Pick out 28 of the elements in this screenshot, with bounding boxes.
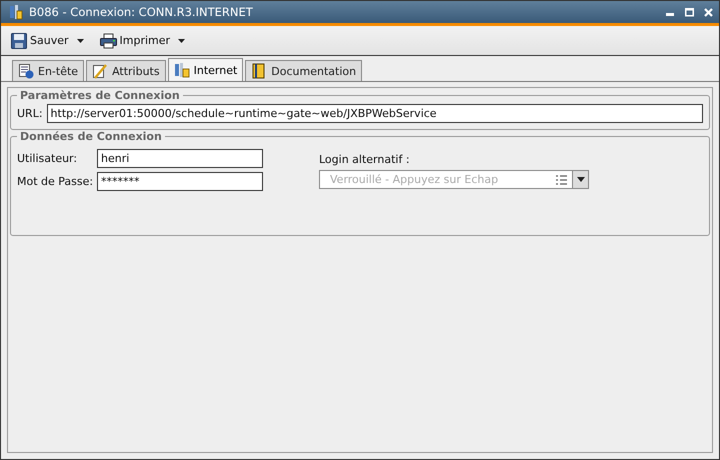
server-icon — [174, 62, 190, 78]
window-title: B086 - Connexion: CONN.R3.INTERNET — [29, 5, 254, 19]
list-icon — [556, 174, 567, 184]
field-label: Utilisateur: — [17, 152, 78, 165]
maximize-icon[interactable] — [685, 8, 694, 16]
dropdown-arrow-icon[interactable] — [178, 38, 186, 42]
toolbar-button[interactable]: Imprimer — [98, 32, 172, 48]
tab[interactable]: Attributs — [86, 60, 166, 81]
input-field[interactable]: henri — [97, 149, 263, 168]
dropdown-arrow-icon[interactable] — [76, 38, 84, 42]
document-info-icon — [18, 63, 34, 79]
url-field[interactable]: http://server01:50000/schedule~runtime~gate~web/JXBPWebService — [46, 104, 703, 123]
group-title: Paramètres de Connexion — [19, 89, 181, 102]
group-title: Données de Connexion — [19, 130, 163, 143]
book-icon — [251, 63, 268, 79]
toolbar-button[interactable]: Sauver — [9, 32, 70, 48]
tab[interactable]: Internet — [168, 58, 244, 81]
tab[interactable]: Documentation — [245, 60, 362, 81]
close-icon[interactable] — [704, 8, 713, 16]
field-label: URL: — [17, 107, 43, 120]
caret-icon — [576, 177, 584, 182]
field-label: Mot de Passe: — [17, 175, 94, 188]
field-label: Login alternatif : — [319, 153, 411, 166]
tab[interactable]: En-tête — [12, 60, 84, 81]
printer-icon — [100, 32, 116, 48]
input-field[interactable]: ******* — [97, 172, 263, 191]
pencil-document-icon — [92, 63, 108, 79]
server-icon — [9, 4, 23, 20]
